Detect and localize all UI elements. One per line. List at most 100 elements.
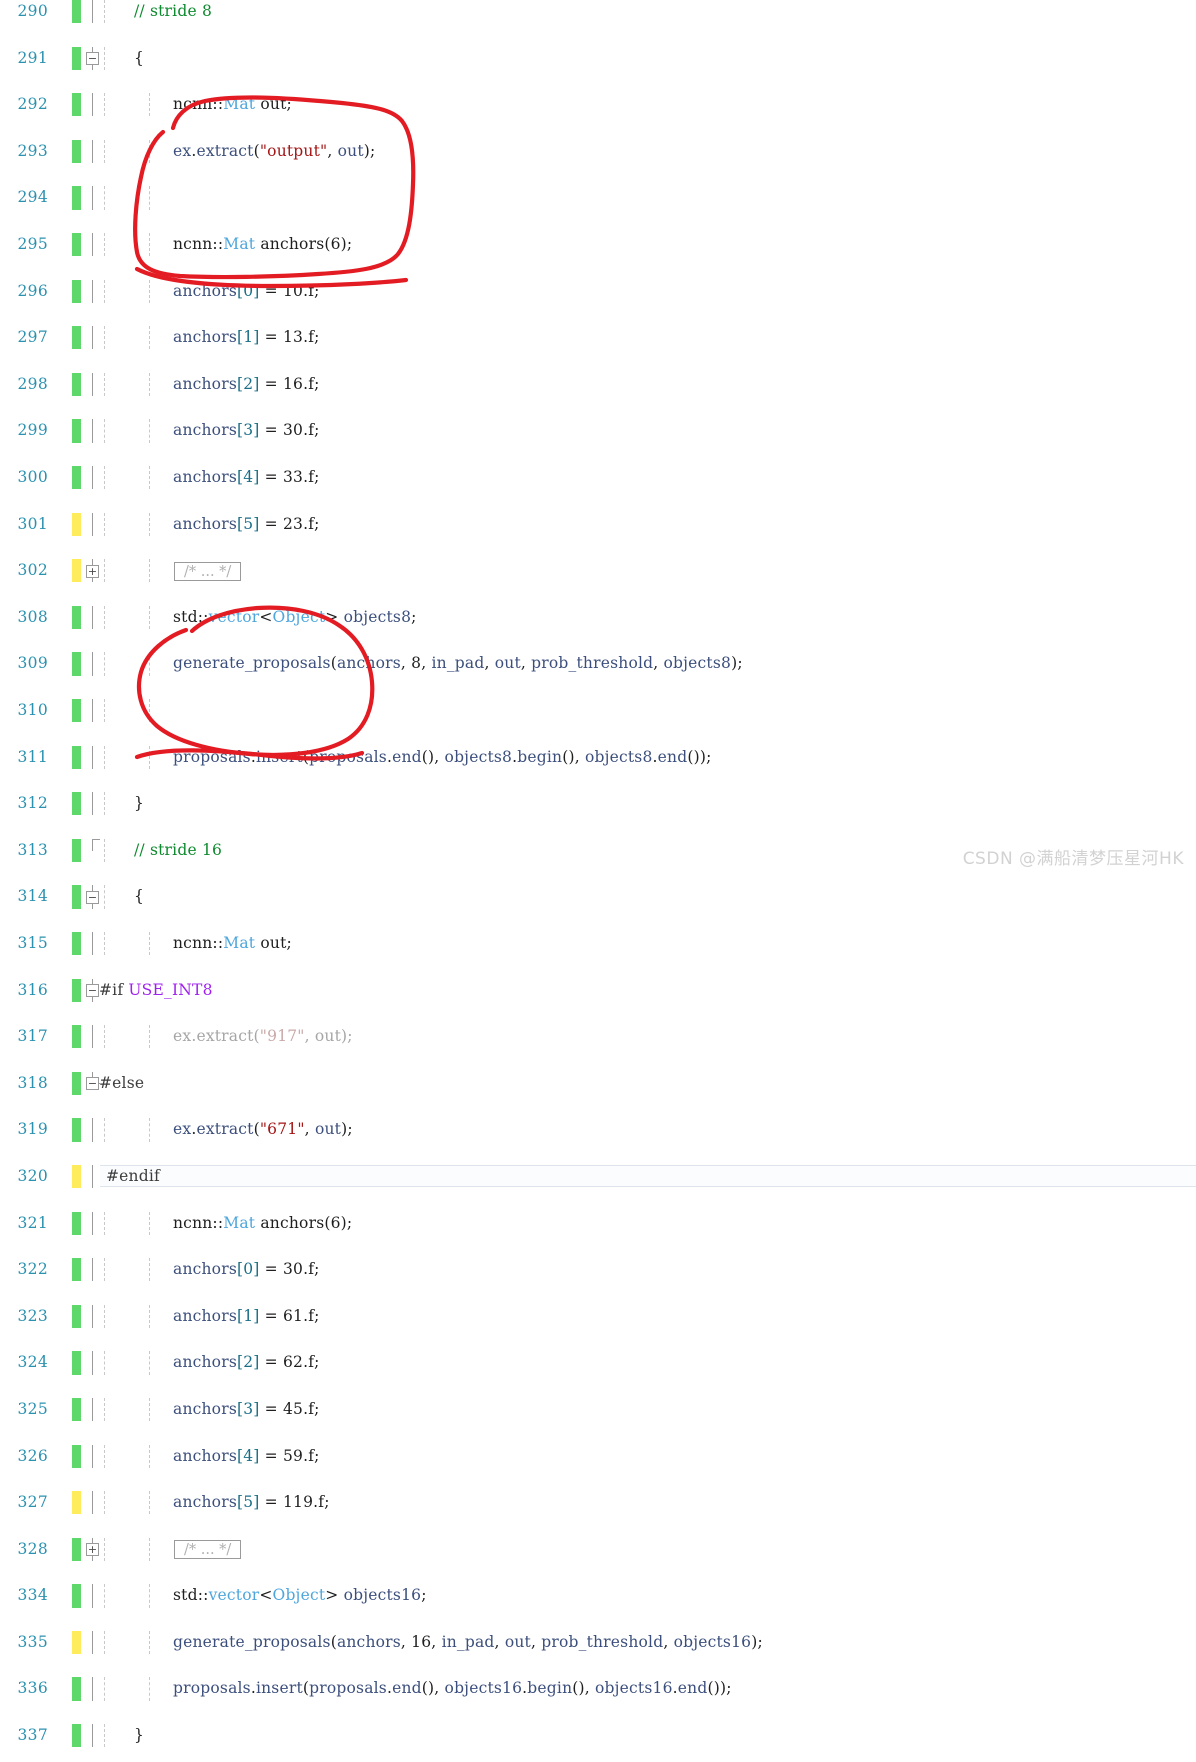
outline-tree-line — [92, 1164, 93, 1189]
indent-guide — [149, 1444, 150, 1468]
indent-guide — [104, 279, 105, 303]
code-line[interactable]: 312 } — [0, 792, 1196, 816]
code-text: { — [134, 48, 145, 67]
code-line[interactable]: 292 ncnn::Mat out; — [0, 93, 1196, 117]
indent-guide — [149, 1258, 150, 1282]
code-line[interactable]: 295 ncnn::Mat anchors(6); — [0, 232, 1196, 257]
outline-tree-line — [92, 792, 93, 816]
code-line[interactable]: 323 anchors[1] = 61.f; — [0, 1304, 1196, 1328]
code-line[interactable]: 316 − #if USE_INT8 — [0, 978, 1196, 1002]
code-text: anchors[3] = 30.f; — [173, 421, 320, 440]
code-line[interactable]: 321 ncnn::Mat anchors(6); — [0, 1211, 1196, 1235]
code-line[interactable]: 326 anchors[4] = 59.f; — [0, 1444, 1196, 1468]
code-line[interactable]: 308 std::vector<Object> objects8; — [0, 605, 1196, 630]
change-bar — [72, 512, 81, 536]
code-text: // stride 16 — [134, 840, 223, 859]
outline-tree-line — [92, 1258, 93, 1282]
outline-tree-line — [92, 698, 93, 723]
fold-expand-button[interactable]: + — [86, 564, 99, 578]
code-line[interactable]: 296 anchors[0] = 10.f; — [0, 279, 1196, 303]
outline-tree-line — [92, 1630, 93, 1655]
code-line[interactable]: 328 + /* ... */ — [0, 1537, 1196, 1561]
code-line[interactable]: 327 anchors[5] = 119.f; — [0, 1491, 1196, 1515]
code-line[interactable]: 319 ex.extract("671", out); — [0, 1118, 1196, 1142]
code-line[interactable]: 315 ncnn::Mat out; — [0, 931, 1196, 956]
indent-guide — [104, 186, 105, 210]
indent-guide — [104, 1025, 105, 1049]
change-bar — [72, 605, 81, 630]
line-number: 316 — [17, 980, 48, 999]
code-line[interactable]: 324 anchors[2] = 62.f; — [0, 1351, 1196, 1375]
outline-tree-line — [92, 1351, 93, 1375]
code-text: anchors[3] = 45.f; — [173, 1399, 320, 1418]
code-line[interactable]: 337 } — [0, 1724, 1196, 1748]
change-bar — [72, 1118, 81, 1142]
outline-tree-line — [92, 1491, 93, 1515]
change-bar — [72, 326, 81, 350]
collapsed-region-2[interactable]: /* ... */ — [174, 1540, 242, 1560]
code-line[interactable]: 334 std::vector<Object> objects16; — [0, 1584, 1196, 1608]
code-line[interactable]: 301 anchors[5] = 23.f; — [0, 512, 1196, 536]
indent-guide — [149, 232, 150, 257]
code-editor[interactable]: 290 // stride 8 291 − { 292 ncnn::Mat ou… — [0, 0, 1196, 1748]
code-line[interactable]: 299 anchors[3] = 30.f; — [0, 419, 1196, 443]
indent-guide — [149, 93, 150, 117]
code-line[interactable]: 298 anchors[2] = 16.f; — [0, 372, 1196, 397]
change-bar — [72, 885, 81, 909]
code-line[interactable]: 293 ex.extract("output", out); — [0, 139, 1196, 164]
indent-guide — [104, 1444, 105, 1468]
outline-tree-line — [92, 465, 93, 490]
outline-tree-line — [92, 1444, 93, 1468]
code-text: anchors[0] = 10.f; — [173, 281, 320, 300]
change-bar — [72, 186, 81, 210]
outline-tree-line — [92, 326, 93, 350]
fold-collapse-button-preprocessor[interactable]: − — [86, 1077, 99, 1091]
code-line[interactable]: 335 generate_proposals(anchors, 16, in_p… — [0, 1630, 1196, 1655]
fold-expand-button[interactable]: + — [86, 1543, 99, 1557]
indent-guide — [104, 372, 105, 397]
code-line-current[interactable]: 320 #endif — [0, 1164, 1196, 1189]
fold-collapse-button-preprocessor[interactable]: − — [86, 984, 99, 998]
code-line[interactable]: 322 anchors[0] = 30.f; — [0, 1258, 1196, 1282]
code-line[interactable]: 311 proposals.insert(proposals.end(), ob… — [0, 745, 1196, 769]
code-line[interactable]: 317 ex.extract("917", out); — [0, 1025, 1196, 1049]
code-line[interactable]: 318 − #else — [0, 1071, 1196, 1096]
outline-tree-line — [92, 139, 93, 164]
outline-tree-line — [92, 512, 93, 536]
line-number: 311 — [17, 747, 48, 766]
code-line[interactable]: 294 — [0, 186, 1196, 210]
code-line[interactable]: 300 anchors[4] = 33.f; — [0, 465, 1196, 490]
line-number: 314 — [17, 887, 48, 906]
line-number: 326 — [17, 1446, 48, 1465]
indent-guide — [104, 1118, 105, 1142]
fold-collapse-button[interactable]: − — [86, 52, 99, 66]
code-line[interactable]: 291 − { — [0, 46, 1196, 70]
indent-guide — [149, 1118, 150, 1142]
code-line[interactable]: 314 − { — [0, 885, 1196, 909]
change-bar — [72, 372, 81, 397]
fold-collapse-button[interactable]: − — [86, 890, 99, 904]
code-line[interactable]: 325 anchors[3] = 45.f; — [0, 1397, 1196, 1422]
line-number: 293 — [17, 141, 48, 160]
line-number: 297 — [17, 328, 48, 347]
indent-guide — [149, 1537, 150, 1561]
collapsed-region-1[interactable]: /* ... */ — [174, 561, 242, 581]
code-line[interactable]: 297 anchors[1] = 13.f; — [0, 326, 1196, 350]
change-bar — [72, 698, 81, 723]
code-line[interactable]: 310 — [0, 698, 1196, 723]
code-text: anchors[1] = 13.f; — [173, 328, 320, 347]
code-line[interactable]: 336 proposals.insert(proposals.end(), ob… — [0, 1677, 1196, 1701]
line-number: 317 — [17, 1027, 48, 1046]
line-number: 310 — [17, 700, 48, 719]
code-line[interactable]: 309 generate_proposals(anchors, 8, in_pa… — [0, 652, 1196, 676]
line-number: 315 — [17, 933, 48, 952]
code-line[interactable]: 302 + /* ... */ — [0, 559, 1196, 583]
outline-tree-line — [92, 0, 93, 24]
csdn-watermark: CSDN @满船清梦压星河HK — [962, 849, 1184, 869]
code-line[interactable]: 290 // stride 8 — [0, 0, 1196, 24]
line-number: 318 — [17, 1073, 48, 1092]
indent-guide — [104, 1258, 105, 1282]
indent-guide — [149, 139, 150, 164]
line-number: 322 — [17, 1260, 48, 1279]
code-text: generate_proposals(anchors, 8, in_pad, o… — [173, 654, 743, 673]
